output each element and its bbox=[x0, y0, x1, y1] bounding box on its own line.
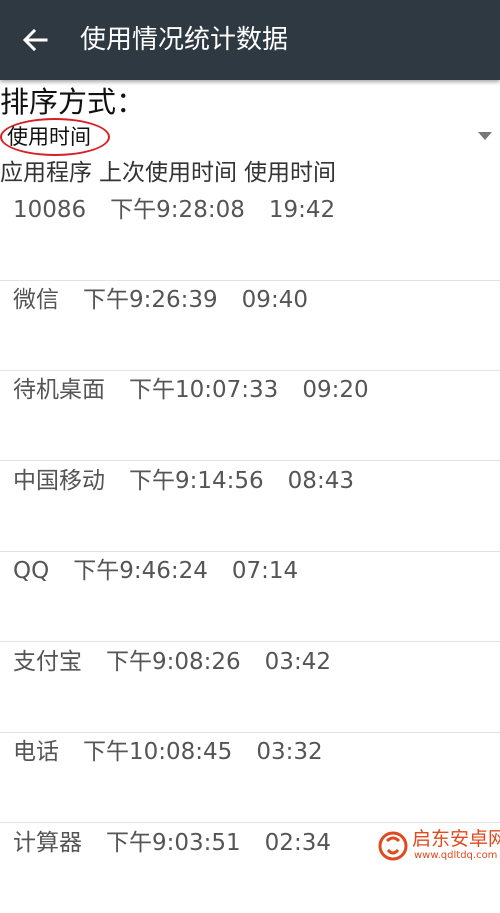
last-used-time: 下午9:08:26 bbox=[106, 649, 241, 675]
list-item[interactable]: 待机桌面 下午10:07:33 09:20 bbox=[0, 370, 500, 461]
usage-duration: 09:20 bbox=[302, 377, 369, 403]
sort-selected-value: 使用时间 bbox=[7, 125, 91, 149]
sort-label: 排序方式： bbox=[0, 85, 146, 119]
last-used-time: 下午9:46:24 bbox=[73, 558, 208, 584]
column-headers: 应用程序 上次使用时间 使用时间 bbox=[0, 157, 343, 189]
app-name: 支付宝 bbox=[13, 649, 82, 675]
last-used-time: 下午10:07:33 bbox=[129, 377, 279, 403]
last-used-time: 下午9:14:56 bbox=[129, 468, 264, 494]
app-name: 中国移动 bbox=[13, 468, 105, 494]
column-header-app: 应用程序 bbox=[0, 160, 92, 186]
list-item[interactable]: 10086 下午9:28:08 19:42 bbox=[0, 190, 500, 281]
chevron-down-icon bbox=[478, 132, 492, 140]
list-item[interactable]: 电话 下午10:08:45 03:32 bbox=[0, 732, 500, 823]
column-header-last-used: 上次使用时间 bbox=[99, 160, 237, 186]
watermark: 启东安卓网 www.qdltdq.com bbox=[374, 826, 500, 866]
app-name: QQ bbox=[13, 558, 50, 584]
usage-duration: 07:14 bbox=[231, 558, 299, 584]
watermark-name: 启东安卓网 bbox=[412, 828, 500, 850]
usage-duration: 03:42 bbox=[264, 649, 331, 675]
app-name: 微信 bbox=[13, 287, 59, 313]
usage-duration: 03:32 bbox=[256, 739, 323, 765]
last-used-time: 下午9:28:08 bbox=[110, 197, 245, 223]
list-item[interactable]: QQ 下午9:46:24 07:14 bbox=[0, 551, 500, 642]
site-logo-icon bbox=[378, 831, 408, 861]
list-item[interactable]: 支付宝 下午9:08:26 03:42 bbox=[0, 642, 500, 733]
app-name: 电话 bbox=[13, 739, 59, 765]
app-name: 计算器 bbox=[13, 830, 82, 856]
page-title: 使用情况统计数据 bbox=[80, 25, 289, 55]
sort-dropdown[interactable]: 使用时间 bbox=[0, 118, 500, 158]
column-header-duration: 使用时间 bbox=[244, 160, 336, 186]
usage-duration: 19:42 bbox=[268, 197, 336, 223]
list-item[interactable]: 微信 下午9:26:39 09:40 bbox=[0, 280, 500, 371]
last-used-time: 下午10:08:45 bbox=[83, 739, 233, 765]
last-used-time: 下午9:26:39 bbox=[83, 287, 218, 313]
app-bar: 使用情况统计数据 bbox=[0, 0, 500, 80]
usage-duration: 02:34 bbox=[264, 830, 331, 856]
watermark-url: www.qdltdq.com bbox=[414, 850, 498, 861]
usage-duration: 08:43 bbox=[287, 468, 354, 494]
back-arrow-icon[interactable] bbox=[20, 25, 50, 55]
list-item[interactable]: 中国移动 下午9:14:56 08:43 bbox=[0, 461, 500, 552]
app-name: 10086 bbox=[13, 197, 87, 223]
last-used-time: 下午9:03:51 bbox=[106, 830, 241, 856]
usage-duration: 09:40 bbox=[241, 287, 308, 313]
app-name: 待机桌面 bbox=[13, 377, 105, 403]
